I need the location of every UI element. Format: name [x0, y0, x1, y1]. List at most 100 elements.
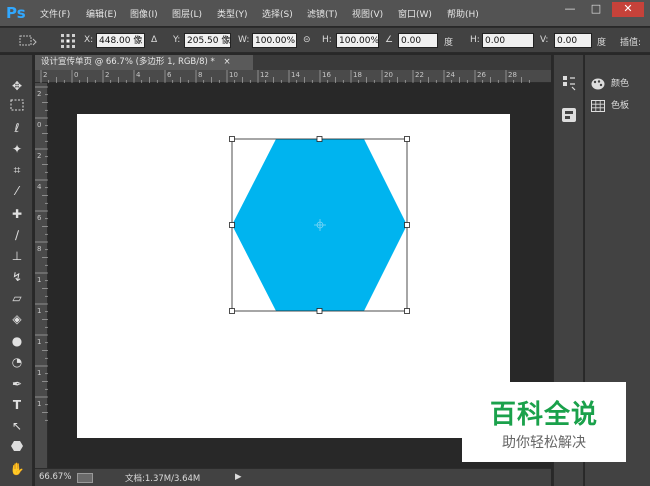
ruler-top-label: 26 — [477, 71, 486, 79]
magic-wand-tool-icon[interactable]: ✦ — [7, 140, 27, 158]
swatches-panel-label: 色板 — [611, 101, 630, 111]
ruler-top-label: 10 — [229, 71, 238, 79]
menu-window[interactable]: 窗口(W) — [398, 7, 432, 20]
marquee-tool-icon[interactable] — [7, 98, 27, 116]
document-tab-bar: 设计宣传单页 @ 66.7% (多边形 1, RGB/8) * × — [35, 55, 551, 70]
shape-tool-icon[interactable] — [7, 439, 27, 457]
status-bar: 66.67% 文档:1.37M/3.64M ▶ — [35, 468, 551, 486]
ruler-top-label: 28 — [508, 71, 517, 79]
maximize-button[interactable]: □ — [584, 2, 608, 17]
zoom-level[interactable]: 66.67% — [39, 472, 71, 482]
close-button[interactable]: ✕ — [612, 2, 644, 17]
ruler-top-label: 8 — [198, 71, 202, 79]
healing-brush-tool-icon[interactable]: ✚ — [7, 205, 27, 223]
ruler-left-label: 6 — [37, 214, 42, 222]
ruler-top-label: 0 — [74, 71, 78, 79]
dodge-tool-icon[interactable]: ◔ — [7, 353, 27, 371]
move-tool-icon[interactable]: ✥ — [7, 77, 27, 95]
menu-layer[interactable]: 图层(L) — [172, 7, 202, 20]
history-panel-icon[interactable] — [561, 75, 577, 91]
document-tab[interactable]: 设计宣传单页 @ 66.7% (多边形 1, RGB/8) * × — [35, 55, 253, 70]
ruler-left-label: 2 — [37, 90, 41, 98]
w-label: W: — [238, 35, 250, 45]
color-panel-tab[interactable]: 颜色 — [591, 75, 649, 93]
paint-bucket-tool-icon[interactable]: ◈ — [7, 310, 27, 328]
menu-image[interactable]: 图像(I) — [130, 7, 158, 20]
menu-type[interactable]: 类型(Y) — [217, 7, 248, 20]
document-canvas[interactable] — [77, 114, 510, 438]
interpolation-label[interactable]: 插值: — [620, 35, 641, 48]
w-field[interactable]: 100.00% — [252, 33, 297, 48]
vskew-field[interactable]: 0.00 — [554, 33, 592, 48]
ruler-left-label: 1 — [37, 338, 41, 346]
rotation-unit: 度 — [444, 38, 454, 48]
menu-filter[interactable]: 滤镜(T) — [307, 7, 338, 20]
vertical-ruler[interactable]: 2 0 2 4 6 8 1 1 1 1 1 — [35, 83, 48, 468]
properties-panel-icon[interactable] — [561, 107, 577, 123]
ruler-top-label: 4 — [136, 71, 141, 79]
ruler-left-label: 0 — [37, 121, 41, 129]
menu-view[interactable]: 视图(V) — [352, 7, 383, 20]
type-tool-icon[interactable]: T — [7, 396, 27, 414]
palette-icon — [591, 78, 605, 89]
swatches-icon — [591, 99, 605, 112]
ruler-top-label: 2 — [105, 71, 109, 79]
watermark-title: 百科全说 — [489, 400, 598, 430]
hskew-label: H: — [470, 35, 480, 45]
hand-tool-icon[interactable]: ✋ — [7, 460, 27, 478]
vskew-label: V: — [540, 35, 549, 45]
swatches-panel-tab[interactable]: 色板 — [591, 97, 649, 115]
vertical-ruler-ticks: 2 0 2 4 6 8 1 1 1 1 1 — [35, 86, 48, 421]
ruler-left-label: 2 — [37, 152, 41, 160]
ruler-left-label: 1 — [37, 276, 41, 284]
tools-panel: ✥ ℓ ✦ ⌗ ⁄ ✚ ∕ ⊥ ↯ ▱ ◈ ● ◔ ✒ T ↖ ✋ — [0, 55, 33, 486]
transform-tool-icon[interactable] — [18, 34, 38, 48]
eraser-tool-icon[interactable]: ▱ — [7, 289, 27, 307]
reference-point-icon[interactable] — [60, 33, 76, 49]
photoshop-logo: Ps — [6, 4, 26, 22]
menu-edit[interactable]: 编辑(E) — [86, 7, 117, 20]
eyedropper-tool-icon[interactable]: ⁄ — [7, 182, 27, 200]
menu-file[interactable]: 文件(F) — [40, 7, 70, 20]
rotate-icon: ∠ — [385, 35, 394, 45]
options-bar: X: 448.00 像 Δ Y: 205.50 像 W: 100.00% ⊝ H… — [0, 27, 650, 53]
brush-tool-icon[interactable]: ∕ — [7, 226, 27, 244]
color-panel-label: 颜色 — [611, 79, 630, 89]
watermark-badge: 百科全说 助你轻松解决 — [462, 382, 626, 462]
link-icon[interactable]: ⊝ — [303, 35, 311, 45]
status-share-icon[interactable] — [77, 473, 93, 483]
rotation-field[interactable]: 0.00 — [398, 33, 438, 48]
ruler-left-label: 1 — [37, 307, 41, 315]
document-size: 文档:1.37M/3.64M — [125, 474, 201, 484]
pen-tool-icon[interactable]: ✒ — [7, 375, 27, 393]
blur-tool-icon[interactable]: ● — [7, 332, 27, 350]
path-selection-tool-icon[interactable]: ↖ — [7, 417, 27, 435]
menu-help[interactable]: 帮助(H) — [447, 7, 479, 20]
menu-select[interactable]: 选择(S) — [262, 7, 293, 20]
ruler-top-label: 6 — [167, 71, 172, 79]
horizontal-ruler-ticks: 2 0 2 4 6 8 10 12 14 16 18 20 22 24 26 28 — [40, 70, 530, 83]
h-field[interactable]: 100.00% — [336, 33, 379, 48]
y-field[interactable]: 205.50 像 — [184, 33, 231, 48]
stamp-tool-icon[interactable]: ⊥ — [7, 247, 27, 265]
ruler-left-label: 4 — [37, 183, 42, 191]
menu-bar: Ps 文件(F) 编辑(E) 图像(I) 图层(L) 类型(Y) 选择(S) 滤… — [0, 0, 650, 26]
minimize-button[interactable]: — — [558, 2, 582, 17]
h-label: H: — [322, 35, 332, 45]
lasso-tool-icon[interactable]: ℓ — [7, 119, 27, 137]
delta-icon[interactable]: Δ — [151, 35, 157, 45]
skew-unit: 度 — [597, 38, 607, 48]
ruler-left-label: 8 — [37, 245, 41, 253]
ruler-top-label: 16 — [322, 71, 331, 79]
ruler-top-label: 12 — [260, 71, 269, 79]
status-menu-arrow[interactable]: ▶ — [235, 472, 242, 482]
ruler-top-label: 24 — [446, 71, 455, 79]
crop-tool-icon[interactable]: ⌗ — [7, 161, 27, 179]
ruler-top-label: 18 — [353, 71, 362, 79]
history-brush-tool-icon[interactable]: ↯ — [7, 268, 27, 286]
horizontal-ruler[interactable]: 2 0 2 4 6 8 10 12 14 16 18 20 22 24 26 28 — [35, 70, 551, 83]
hskew-field[interactable]: 0.00 — [482, 33, 534, 48]
y-label: Y: — [173, 35, 181, 45]
x-field[interactable]: 448.00 像 — [96, 33, 145, 48]
tab-close-icon[interactable]: × — [224, 57, 231, 67]
